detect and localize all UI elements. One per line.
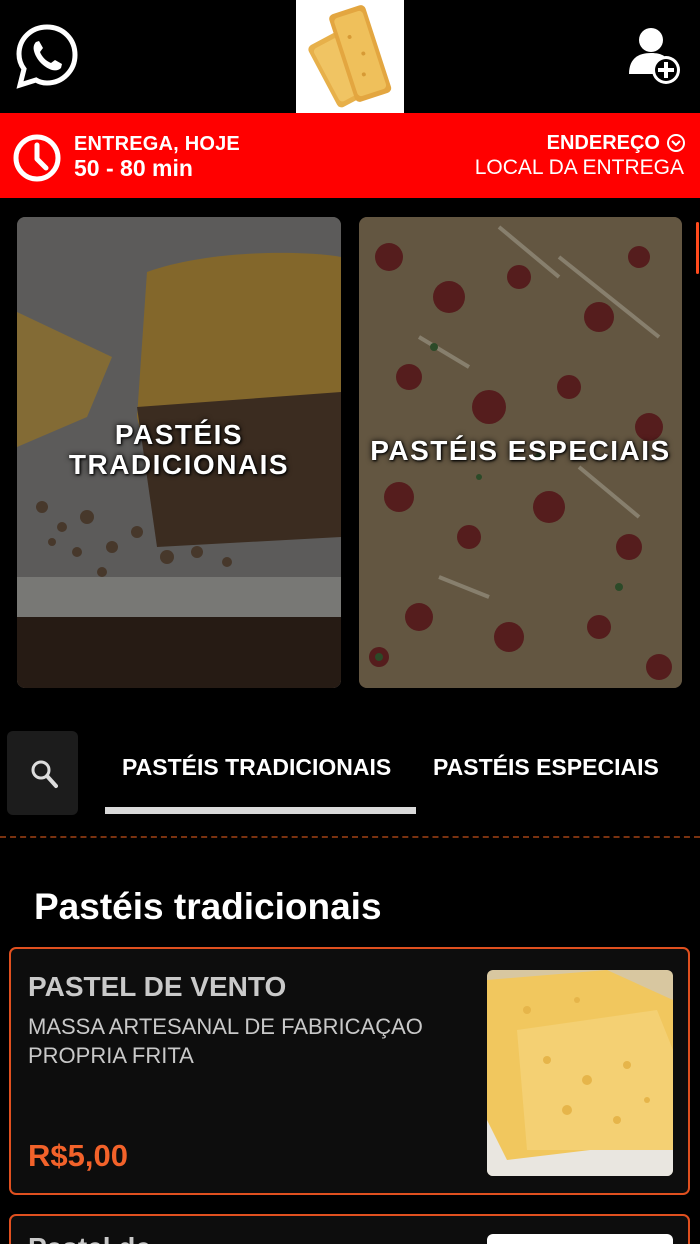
product-card[interactable]: PASTEL DE VENTO MASSA ARTESANAL DE FABRI… — [9, 947, 690, 1195]
delivery-title: ENTREGA, HOJE — [74, 133, 240, 155]
top-header — [0, 0, 700, 113]
category-label: PASTÉIS TRADICIONAIS — [17, 420, 341, 480]
divider — [0, 836, 700, 838]
carousel-scroll-indicator[interactable] — [696, 222, 699, 274]
active-tab-indicator — [105, 807, 416, 814]
chevron-down-icon[interactable] — [666, 133, 686, 153]
category-label: PASTÉIS ESPECIAIS — [370, 435, 671, 466]
product-price: R$5,00 — [28, 1138, 128, 1173]
tab-pasteis-especiais[interactable]: PASTÉIS ESPECIAIS — [433, 754, 659, 781]
product-description: MASSA ARTESANAL DE FABRICAÇAO PROPRIA FR… — [28, 1014, 423, 1068]
clock-icon — [13, 134, 61, 182]
address-subtitle[interactable]: LOCAL DA ENTREGA — [475, 156, 684, 180]
search-button[interactable] — [7, 731, 78, 815]
delivery-time: 50 - 80 min — [74, 155, 193, 181]
address-title[interactable]: ENDEREÇO — [547, 132, 660, 155]
search-icon — [31, 760, 58, 788]
delivery-bar[interactable]: ENTREGA, HOJE 50 - 80 min ENDEREÇO LOCAL… — [0, 113, 700, 198]
user-add-icon[interactable] — [624, 26, 682, 86]
category-card-especiais[interactable]: PASTÉIS ESPECIAIS — [359, 217, 682, 688]
product-image — [487, 1234, 673, 1244]
category-label-line: TRADICIONAIS — [68, 449, 290, 480]
pastel-logo[interactable] — [296, 0, 404, 113]
section-title: Pastéis tradicionais — [34, 886, 382, 927]
category-label-line: PASTÉIS — [114, 419, 244, 450]
category-card-tradicionais[interactable]: PASTÉIS TRADICIONAIS — [17, 217, 341, 688]
product-name: PASTEL DE VENTO — [28, 971, 287, 1002]
tab-pasteis-tradicionais[interactable]: PASTÉIS TRADICIONAIS — [122, 754, 391, 781]
product-image — [487, 970, 673, 1176]
whatsapp-icon[interactable] — [14, 22, 80, 90]
product-card[interactable]: Pastel de — [9, 1214, 690, 1244]
product-name: Pastel de — [28, 1232, 151, 1244]
